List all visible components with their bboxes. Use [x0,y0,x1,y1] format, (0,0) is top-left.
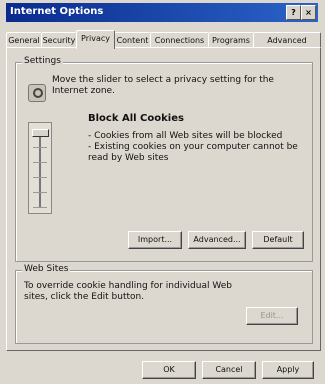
close-button[interactable]: × [301,5,316,20]
slider-tick [33,162,47,163]
tab-advanced[interactable]: Advanced [253,32,321,48]
privacy-level-description: - Cookies from all Web sites will be blo… [88,131,298,164]
default-button[interactable]: Default [252,231,304,249]
tab-security[interactable]: Security [41,32,77,48]
tab-content[interactable]: Content [114,32,151,48]
privacy-level-title: Block All Cookies [88,113,184,124]
slider-tick [33,147,47,148]
tab-privacy[interactable]: Privacy [76,30,115,49]
tab-connections[interactable]: Connections [150,32,209,48]
web-sites-text: To override cookie handling for individu… [24,281,232,302]
web-sites-group: Web Sites To override cookie handling fo… [15,264,313,344]
internet-options-dialog: Internet Options ? × General Security Pr… [0,0,325,384]
settings-group-label: Settings [22,56,63,66]
title-bar: Internet Options ? × [6,3,318,22]
advanced-button[interactable]: Advanced... [188,231,246,249]
description-line: - Existing cookies on your computer cann… [88,142,298,163]
privacy-lock-icon [28,84,46,102]
edit-button[interactable]: Edit... [246,307,298,325]
slider-thumb[interactable] [32,129,49,137]
cancel-button[interactable]: Cancel [202,361,256,379]
settings-group: Settings Move the slider to select a pri… [15,56,313,262]
tab-strip: General Security Privacy Content Connect… [6,30,321,49]
tab-general[interactable]: General [6,32,42,48]
slider-tick [33,177,47,178]
slider-tick [33,207,47,208]
privacy-slider[interactable] [28,122,52,214]
privacy-panel: Settings Move the slider to select a pri… [6,47,321,351]
help-button[interactable]: ? [286,5,301,20]
description-line: - Cookies from all Web sites will be blo… [88,131,283,141]
apply-button[interactable]: Apply [262,361,314,379]
tab-programs[interactable]: Programs [208,32,254,48]
import-button[interactable]: Import... [128,231,182,249]
ok-button[interactable]: OK [142,361,196,379]
web-sites-group-label: Web Sites [22,264,71,274]
instruction-text: Move the slider to select a privacy sett… [52,75,274,96]
slider-track [39,129,41,207]
slider-tick [33,192,47,193]
window-title: Internet Options [10,6,104,17]
